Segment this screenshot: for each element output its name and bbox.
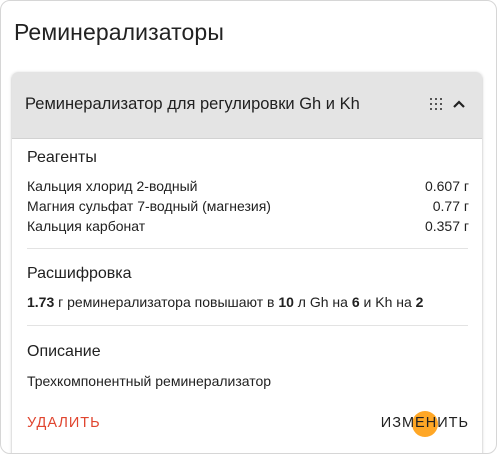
description-heading: Описание (27, 343, 101, 360)
reagent-row: Магния сульфат 7-водный (магнезия) 0.77 … (27, 198, 469, 218)
description-text: Трехкомпонентный реминерализатор (27, 373, 272, 389)
decoding-volume: 10 (278, 294, 294, 310)
decoding-kh: 2 (415, 294, 424, 310)
reagent-amount: 0.77 г (432, 198, 469, 214)
decoding-mass: 1.73 (27, 294, 55, 310)
decoding-heading: Расшифровка (27, 265, 132, 282)
reagents-heading: Реагенты (27, 149, 97, 166)
card-header[interactable]: Реминерализатор для регулировки Gh и Kh (12, 72, 482, 139)
card-title: Реминерализатор для регулировки Gh и Kh (25, 95, 360, 113)
decoding-text-part: г реминерализатора повышают в (54, 294, 279, 310)
app-frame: Реминерализаторы Реминерализатор для рег… (0, 0, 497, 454)
reagent-row: Кальция хлорид 2-водный 0.607 г (27, 178, 469, 198)
edit-button[interactable]: ИЗМЕНИТЬ (381, 415, 469, 431)
decoding-text-part: л Gh на (293, 294, 352, 310)
reagent-amount: 0.357 г (424, 218, 469, 234)
delete-button[interactable]: УДАЛИТЬ (27, 415, 101, 431)
section-divider (27, 248, 468, 249)
remineralizer-card: Реминерализатор для регулировки Gh и Kh (12, 72, 482, 453)
reagent-name: Магния сульфат 7-водный (магнезия) (27, 198, 271, 214)
decoding-text: 1.73 г реминерализатора повышают в 10 л … (27, 294, 423, 310)
reagent-row: Кальция карбонат 0.357 г (27, 218, 469, 238)
page-title: Реминерализаторы (14, 19, 224, 45)
grid-dots-icon[interactable] (430, 98, 442, 110)
decoding-gh: 6 (351, 294, 360, 310)
reagent-amount: 0.607 г (424, 178, 469, 194)
reagent-name: Кальция хлорид 2-водный (27, 178, 198, 194)
decoding-text-part: и Kh на (359, 294, 416, 310)
section-divider (27, 325, 468, 326)
reagent-name: Кальция карбонат (27, 218, 146, 234)
chevron-up-icon[interactable] (452, 97, 466, 111)
